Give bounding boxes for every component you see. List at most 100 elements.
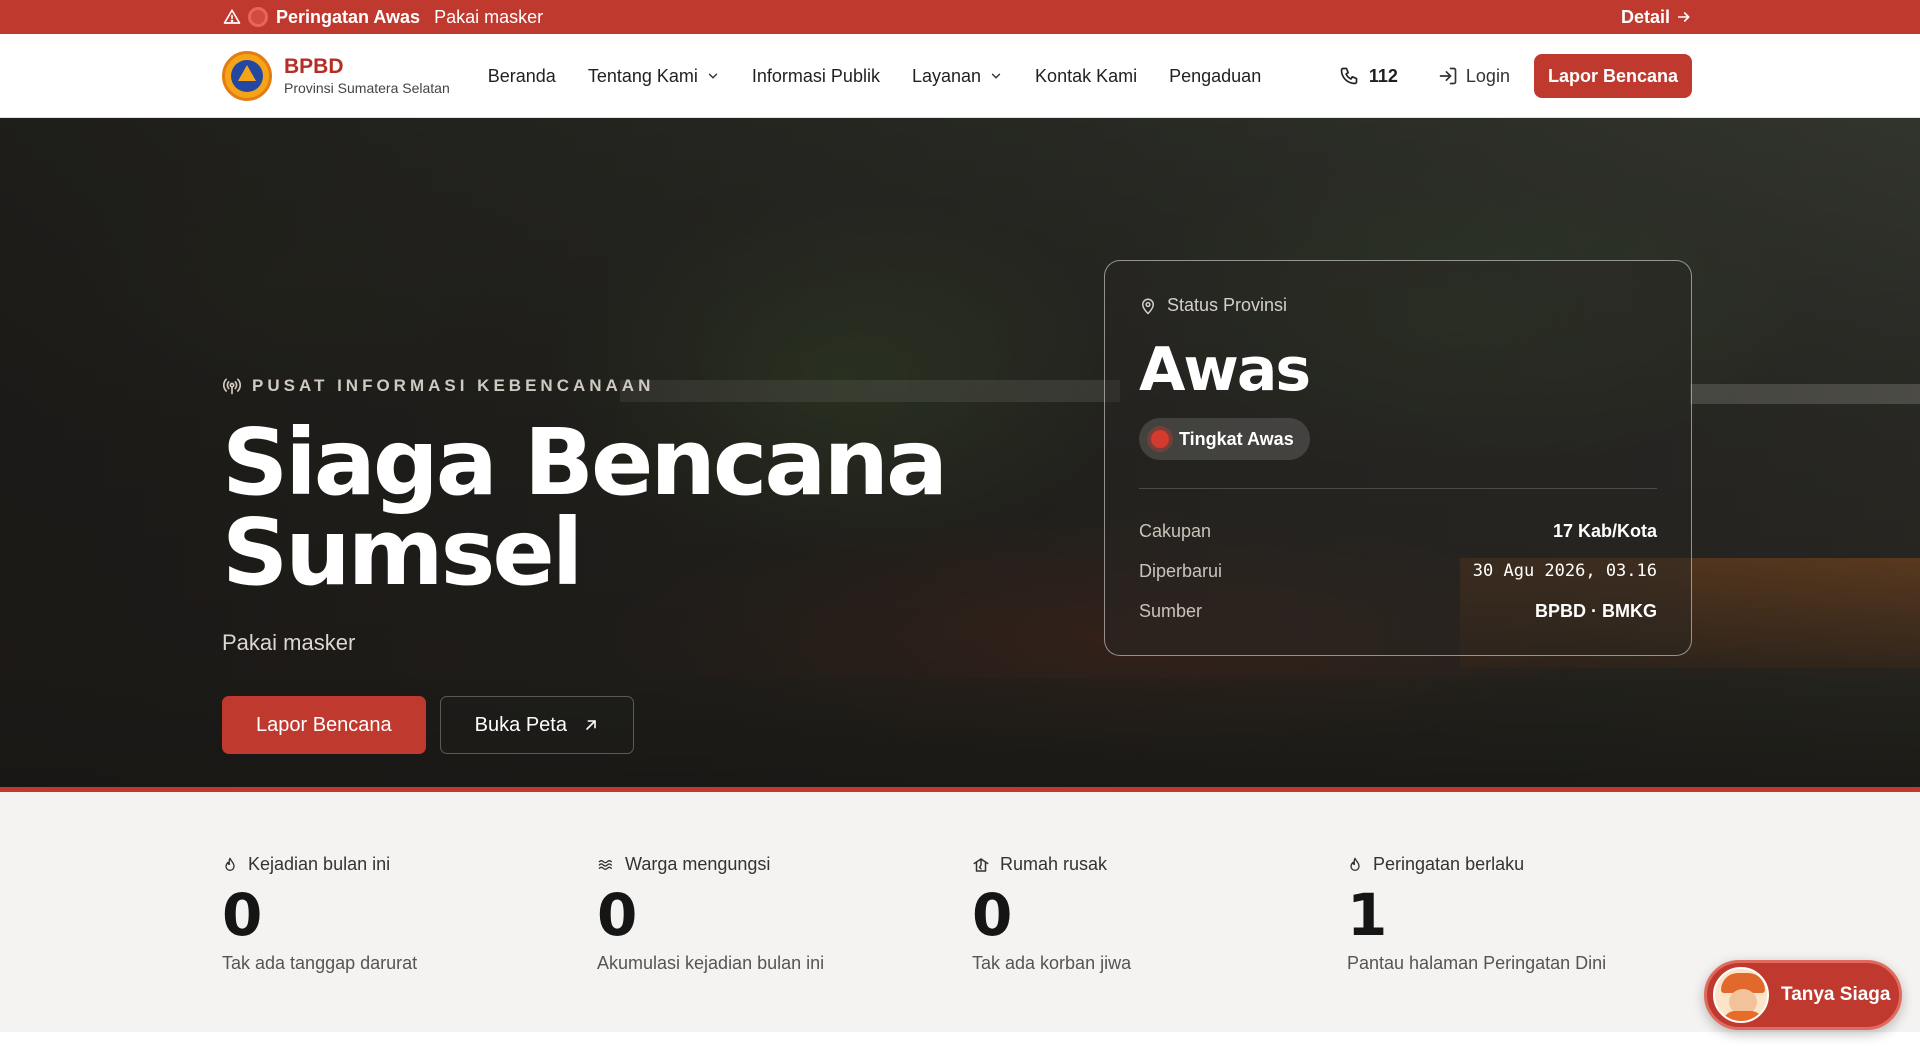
stat-label-text: Kejadian bulan ini	[248, 854, 391, 874]
arrow-up-right-icon	[586, 720, 596, 730]
navbar-inner: BPBD Provinsi Sumatera Selatan Beranda T…	[222, 34, 1692, 118]
status-pill-label: Tingkat Awas	[1179, 428, 1294, 449]
stat-value: 0	[972, 881, 1013, 949]
nav-label: Tentang Kami	[587, 65, 698, 86]
stat-label-text: Warga mengungsi	[625, 854, 771, 874]
stat-label: Kejadian bulan ini	[222, 854, 562, 875]
chat-label: Tanya Siaga	[1781, 984, 1891, 1005]
alert-bar-inner: Peringatan Awas Pakai masker Detail	[222, 0, 1692, 34]
alert-detail-link[interactable]: Detail	[1621, 7, 1692, 28]
waves-icon	[598, 859, 612, 870]
hero-content: PUSAT INFORMASI KEBENCANAAN Siaga Bencan…	[222, 376, 1042, 754]
status-level-badge: Tingkat Awas	[1139, 418, 1310, 460]
hero-subtitle: Pakai masker	[222, 630, 356, 655]
hero-actions: Lapor Bencana Buka Peta	[222, 696, 1042, 754]
status-details: Cakupan 17 Kab/Kota Diperbarui 30 Agu 20…	[1139, 511, 1657, 631]
stat-note: Tak ada tanggap darurat	[222, 953, 418, 973]
stat-note: Tak ada korban jiwa	[972, 953, 1132, 973]
nav-beranda[interactable]: Beranda	[488, 66, 556, 87]
nav-kontak-kami[interactable]: Kontak Kami	[1035, 66, 1137, 87]
nav-tentang-kami[interactable]: Tentang Kami	[588, 66, 720, 87]
stat-value: 0	[222, 881, 263, 949]
alert-status-dot	[248, 7, 268, 27]
brand-name: BPBD	[284, 55, 344, 78]
hero-section: PUSAT INFORMASI KEBENCANAAN Siaga Bencan…	[0, 118, 1920, 792]
next-section-edge	[0, 1032, 1920, 1046]
siaga-mascot-avatar	[1713, 967, 1769, 1023]
phone-icon	[1340, 67, 1358, 85]
navbar: BPBD Provinsi Sumatera Selatan Beranda T…	[0, 34, 1920, 118]
arrow-right-icon	[1677, 12, 1690, 22]
stat-label: Rumah rusak	[972, 854, 1312, 875]
status-row-updated: Diperbarui 30 Agu 2026, 03.16	[1139, 551, 1657, 591]
status-row-value: 30 Agu 2026, 03.16	[1472, 561, 1657, 581]
stat-label: Warga mengungsi	[597, 854, 937, 875]
nav-label: Kontak Kami	[1035, 65, 1138, 86]
status-level: Awas	[1139, 335, 1311, 405]
ask-siaga-chat-button[interactable]: Tanya Siaga	[1704, 960, 1902, 1030]
open-map-label: Buka Peta	[474, 713, 567, 736]
stat-value: 1	[1347, 881, 1388, 949]
status-row-key: Sumber	[1139, 600, 1203, 621]
emergency-phone-link[interactable]: 112	[1339, 66, 1398, 87]
main-nav: Beranda Tentang Kami Informasi Publik La…	[488, 66, 1261, 87]
nav-label: Layanan	[911, 65, 982, 86]
map-pin-icon	[1141, 298, 1155, 315]
flame-icon	[1350, 857, 1360, 871]
stat-label: Peringatan berlaku	[1347, 854, 1687, 875]
hero-title: Siaga Bencana Sumsel	[222, 409, 1042, 606]
report-disaster-button[interactable]: Lapor Bencana	[1533, 54, 1692, 98]
stat-note: Pantau halaman Peringatan Dini	[1347, 953, 1607, 973]
divider	[1139, 488, 1657, 489]
stat-label-text: Rumah rusak	[1000, 854, 1108, 874]
status-row-key: Diperbarui	[1139, 560, 1223, 581]
status-row-value: 17 Kab/Kota	[1552, 520, 1657, 541]
nav-label: Pengaduan	[1169, 65, 1262, 86]
hero-title-line: Siaga Bencana	[222, 409, 948, 516]
login-label: Login	[1465, 65, 1510, 86]
stats-section: Kejadian bulan ini 0 Tak ada tanggap dar…	[0, 792, 1920, 1032]
alert-detail-label: Detail	[1620, 6, 1670, 27]
login-link[interactable]: Login	[1438, 66, 1510, 87]
nav-actions: 112 Login Lapor Bencana	[1339, 54, 1692, 98]
phone-number: 112	[1368, 65, 1398, 86]
hero-eyebrow: PUSAT INFORMASI KEBENCANAAN	[222, 376, 1042, 396]
status-row-source: Sumber BPBD · BMKG	[1139, 591, 1657, 631]
house-damage-icon	[973, 857, 989, 872]
status-card-header: Status Provinsi	[1139, 295, 1657, 316]
flame-icon	[225, 857, 235, 871]
stat-damaged-houses: Rumah rusak 0 Tak ada korban jiwa	[972, 854, 1312, 974]
stat-incidents: Kejadian bulan ini 0 Tak ada tanggap dar…	[222, 854, 562, 974]
nav-label: Informasi Publik	[751, 65, 880, 86]
hero-title-line: Sumsel	[222, 499, 583, 606]
hero-report-button[interactable]: Lapor Bencana	[222, 696, 426, 754]
stat-label-text: Peringatan berlaku	[1373, 854, 1525, 874]
stat-note: Akumulasi kejadian bulan ini	[597, 953, 825, 973]
status-row-key: Cakupan	[1139, 520, 1212, 541]
province-status-card: Status Provinsi Awas Tingkat Awas Cakupa…	[1104, 260, 1692, 656]
nav-layanan[interactable]: Layanan	[912, 66, 1003, 87]
brand-text: BPBD Provinsi Sumatera Selatan	[284, 55, 450, 97]
alert-message: Pakai masker	[434, 6, 544, 27]
stat-active-warnings: Peringatan berlaku 1 Pantau halaman Peri…	[1347, 854, 1687, 974]
warning-icon	[222, 7, 242, 27]
broadcast-icon	[222, 378, 242, 395]
brand-subtitle: Provinsi Sumatera Selatan	[284, 80, 450, 96]
open-map-button[interactable]: Buka Peta	[439, 696, 634, 754]
alert-title: Peringatan Awas	[276, 6, 421, 27]
bpbd-logo	[222, 51, 272, 101]
status-dot	[1151, 430, 1169, 448]
stat-value: 0	[597, 881, 638, 949]
status-row-coverage: Cakupan 17 Kab/Kota	[1139, 511, 1657, 551]
status-heading: Status Provinsi	[1167, 295, 1288, 315]
stat-evacuees: Warga mengungsi 0 Akumulasi kejadian bul…	[597, 854, 937, 974]
login-icon	[1439, 67, 1457, 85]
status-row-value: BPBD · BMKG	[1535, 600, 1657, 621]
nav-informasi-publik[interactable]: Informasi Publik	[752, 66, 880, 87]
nav-pengaduan[interactable]: Pengaduan	[1169, 66, 1261, 87]
brand-logo-link[interactable]: BPBD Provinsi Sumatera Selatan	[222, 51, 450, 101]
chevron-down-icon	[708, 73, 718, 79]
alert-bar: Peringatan Awas Pakai masker Detail	[0, 0, 1920, 34]
chevron-down-icon	[991, 73, 1001, 79]
nav-label: Beranda	[487, 65, 556, 86]
